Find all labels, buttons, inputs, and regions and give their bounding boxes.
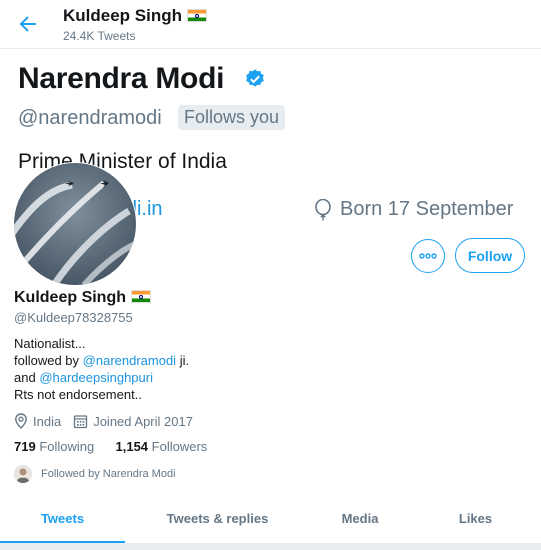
avatar-jets-image xyxy=(14,163,136,285)
profile-handle: @Kuldeep78328755 xyxy=(14,310,133,325)
bio-line: Rts not endorsement.. xyxy=(14,387,142,402)
back-arrow-icon[interactable] xyxy=(16,12,40,36)
following-count: 719 xyxy=(14,439,36,454)
india-flag-icon xyxy=(187,9,207,22)
following-link[interactable]: 719 Following xyxy=(14,439,94,454)
tab-tweets-replies[interactable]: Tweets & replies xyxy=(125,499,310,543)
followed-by[interactable]: Followed by Narendra Modi xyxy=(14,465,176,483)
bio-line: followed by @narendramodi ji. xyxy=(14,352,189,369)
calendar-icon xyxy=(74,414,88,428)
india-flag-icon xyxy=(131,290,151,303)
bio-text: followed by xyxy=(14,353,83,368)
location-pin-icon xyxy=(15,413,27,429)
joined-text: Joined April 2017 xyxy=(93,413,193,429)
banner-name: Narendra Modi xyxy=(18,62,225,95)
mention-link-hardeepsinghpuri[interactable]: @hardeepsinghpuri xyxy=(39,370,153,385)
follower-avatar xyxy=(14,465,32,483)
profile-tabs: Tweets Tweets & replies Media Likes xyxy=(0,499,541,543)
divider xyxy=(0,543,541,550)
header-name: Kuldeep Singh xyxy=(63,6,207,26)
tab-media[interactable]: Media xyxy=(310,499,410,543)
profile-meta: India Joined April 2017 xyxy=(14,413,193,429)
followers-count: 1,154 xyxy=(115,439,149,454)
tab-tweets[interactable]: Tweets xyxy=(0,499,125,543)
header-name-text: Kuldeep Singh xyxy=(63,6,182,25)
location-text: India xyxy=(33,413,62,429)
follow-stats: 719 Following 1,154 Followers xyxy=(14,439,207,454)
bio-text: ji. xyxy=(176,353,190,368)
profile-name: Kuldeep Singh xyxy=(14,289,151,307)
follow-button[interactable]: Follow xyxy=(455,238,525,273)
person-avatar-icon xyxy=(14,465,32,483)
mention-link-narendramodi[interactable]: @narendramodi xyxy=(83,353,176,368)
top-bar: Kuldeep Singh 24.4K Tweets xyxy=(0,0,541,49)
avatar[interactable] xyxy=(13,162,137,286)
tweet-count: 24.4K Tweets xyxy=(63,29,136,43)
more-options-button[interactable] xyxy=(411,239,445,273)
bio-line: Nationalist... xyxy=(14,336,86,351)
more-dots-icon xyxy=(419,253,437,259)
verified-badge-icon xyxy=(246,69,264,87)
balloon-icon xyxy=(315,199,331,221)
banner-born: Born 17 September xyxy=(340,198,514,220)
follows-you-badge: Follows you xyxy=(178,105,286,130)
profile-bio: Nationalist... followed by @narendramodi… xyxy=(14,335,189,403)
followed-by-text: Followed by Narendra Modi xyxy=(41,468,176,480)
bio-line: and @hardeepsinghpuri xyxy=(14,369,189,386)
banner-handle: @narendramodi xyxy=(18,107,162,129)
profile-name-text: Kuldeep Singh xyxy=(14,289,126,306)
bio-text: and xyxy=(14,370,40,385)
followers-link[interactable]: 1,154 Followers xyxy=(116,439,208,454)
following-label: Following xyxy=(39,439,95,454)
tab-likes[interactable]: Likes xyxy=(410,499,541,543)
followers-label: Followers xyxy=(151,439,208,454)
